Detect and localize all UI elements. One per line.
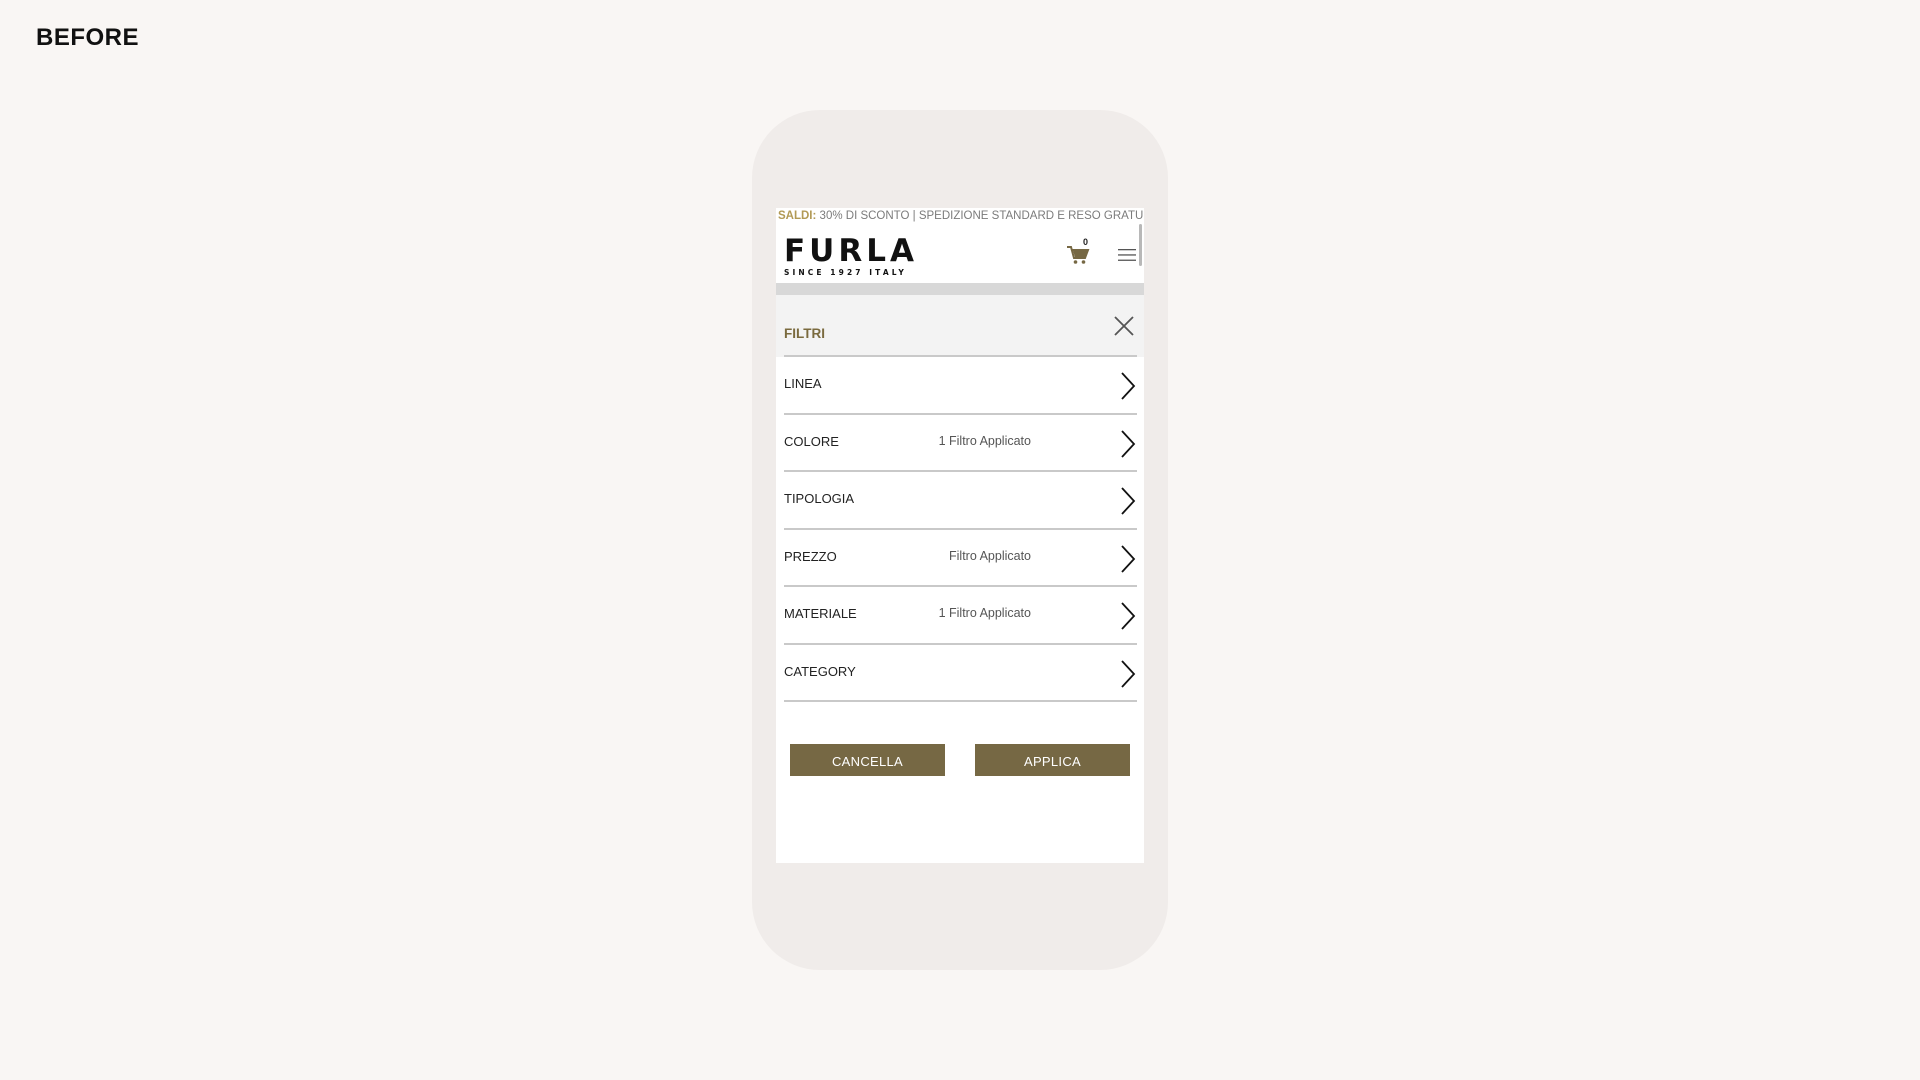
filter-label: CATEGORY — [784, 663, 856, 679]
apply-button[interactable]: APPLICA — [975, 744, 1130, 776]
phone-screen: SALDI: 30% DI SCONTO | SPEDIZIONE STANDA… — [776, 208, 1144, 863]
filter-label: PREZZO — [784, 548, 837, 564]
filter-list: LINEA COLORE 1 Filtro Applicato TIPOLOGI… — [784, 355, 1137, 702]
filter-label: COLORE — [784, 433, 839, 449]
chevron-right-icon — [1121, 429, 1136, 458]
filter-label: LINEA — [784, 376, 822, 391]
chevron-right-icon — [1121, 487, 1136, 515]
filter-row-materiale[interactable]: MATERIALE 1 Filtro Applicato — [784, 587, 1137, 645]
filter-row-category[interactable]: CATEGORY — [784, 645, 1137, 702]
filter-row-colore[interactable]: COLORE 1 Filtro Applicato — [784, 415, 1137, 472]
logo-tagline: SINCE 1927 ITALY — [784, 268, 907, 277]
chevron-right-icon — [1121, 659, 1136, 688]
promo-highlight: SALDI: — [778, 210, 817, 222]
scrollbar[interactable] — [1139, 224, 1142, 266]
chevron-right-icon — [1121, 544, 1136, 573]
filter-label: MATERIALE — [784, 606, 857, 621]
cancel-button[interactable]: CANCELLA — [790, 744, 945, 776]
chevron-right-icon — [1121, 372, 1136, 400]
logo-wordmark: FURLA — [784, 233, 918, 269]
chevron-right-icon — [1121, 602, 1136, 630]
hamburger-menu-icon[interactable] — [1118, 248, 1136, 262]
filter-status: 1 Filtro Applicato — [938, 606, 1031, 620]
cart-icon[interactable] — [1066, 245, 1090, 265]
page-label: BEFORE — [36, 24, 140, 51]
filter-status: 1 Filtro Applicato — [938, 433, 1031, 448]
filter-panel-title: FILTRI — [784, 326, 825, 341]
close-icon[interactable] — [1113, 315, 1135, 337]
cart-count-badge: 0 — [1083, 237, 1089, 247]
filter-status: Filtro Applicato — [949, 548, 1031, 563]
filter-panel-header: FILTRI — [776, 295, 1144, 357]
filter-row-prezzo[interactable]: PREZZO Filtro Applicato — [784, 530, 1137, 587]
filter-label: TIPOLOGIA — [784, 491, 855, 506]
furla-logo[interactable]: FURLA SINCE 1927 ITALY — [784, 233, 918, 278]
promo-text: 30% DI SCONTO | SPEDIZIONE STANDARD E RE… — [819, 210, 1144, 222]
site-header: FURLA SINCE 1927 ITALY 0 — [776, 224, 1144, 292]
promo-banner[interactable]: SALDI: 30% DI SCONTO | SPEDIZIONE STANDA… — [776, 208, 1144, 224]
filter-row-linea[interactable]: LINEA — [784, 357, 1137, 415]
header-divider-bar — [776, 283, 1144, 295]
filter-row-tipologia[interactable]: TIPOLOGIA — [784, 472, 1137, 530]
